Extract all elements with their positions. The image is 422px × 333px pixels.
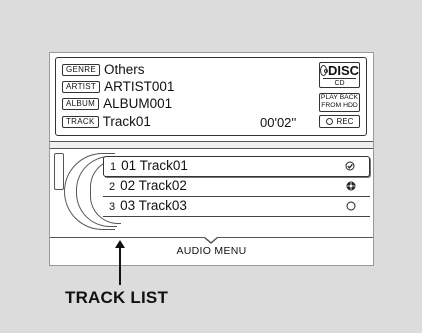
rec-circle-icon (325, 118, 333, 125)
album-value: ALBUM001 (103, 96, 173, 111)
track-value: Track01 (102, 114, 151, 129)
elapsed-time: 00'02'' (260, 115, 297, 130)
panel-divider (50, 141, 373, 149)
track-index: 3 (109, 201, 116, 213)
track-info-panel: GENRE Others ARTIST ARTIST001 ALBUM ALBU… (55, 57, 367, 136)
track-list: 1 01 Track01 2 02 Track02 3 03 Track03 (103, 156, 370, 217)
track-tag: TRACK (62, 115, 99, 128)
scroll-grip[interactable] (54, 153, 64, 190)
album-row: ALBUM ALBUM001 (62, 96, 172, 111)
check-circle-icon (345, 161, 355, 171)
track-list-item[interactable]: 2 02 Track02 (103, 177, 370, 197)
artist-tag: ARTIST (62, 80, 101, 93)
recorded-disc-icon (346, 181, 356, 191)
artist-value: ARTIST001 (104, 79, 175, 94)
disc-label: DISC (327, 63, 359, 78)
artist-row: ARTIST ARTIST001 (62, 79, 174, 94)
track-index: 2 (109, 181, 116, 193)
track-name: 02 Track02 (120, 178, 187, 193)
disc-sub-label: CD (323, 78, 356, 88)
track-list-item[interactable]: 3 03 Track03 (103, 197, 370, 217)
track-index: 1 (110, 161, 117, 173)
genre-value: Others (103, 62, 145, 77)
rec-button[interactable]: REC (319, 115, 360, 128)
track-row: TRACK Track01 (62, 114, 151, 129)
playback-from-hdd-button[interactable]: PLAY BACK FROM HDD (319, 93, 360, 112)
disc-source-button[interactable]: DISC CD (319, 62, 360, 88)
playback-line2: FROM HDD (321, 102, 358, 109)
track-list-item[interactable]: 1 01 Track01 (103, 156, 370, 177)
callout-line (119, 243, 121, 285)
empty-circle-icon (346, 201, 356, 211)
track-list-callout: TRACK LIST (65, 288, 169, 307)
menu-down-arrow-icon[interactable] (203, 237, 219, 244)
genre-row: GENRE Others (62, 62, 144, 77)
album-tag: ALBUM (62, 97, 100, 110)
audio-menu-label[interactable]: AUDIO MENU (50, 245, 373, 257)
audio-screen: GENRE Others ARTIST ARTIST001 ALBUM ALBU… (49, 52, 374, 266)
track-name: 03 Track03 (120, 198, 187, 213)
disc-icon (320, 65, 328, 76)
genre-tag: GENRE (62, 63, 100, 76)
track-name: 01 Track01 (121, 158, 188, 173)
rec-label: REC (336, 117, 354, 126)
playback-line1: PLAY BACK (320, 94, 359, 101)
